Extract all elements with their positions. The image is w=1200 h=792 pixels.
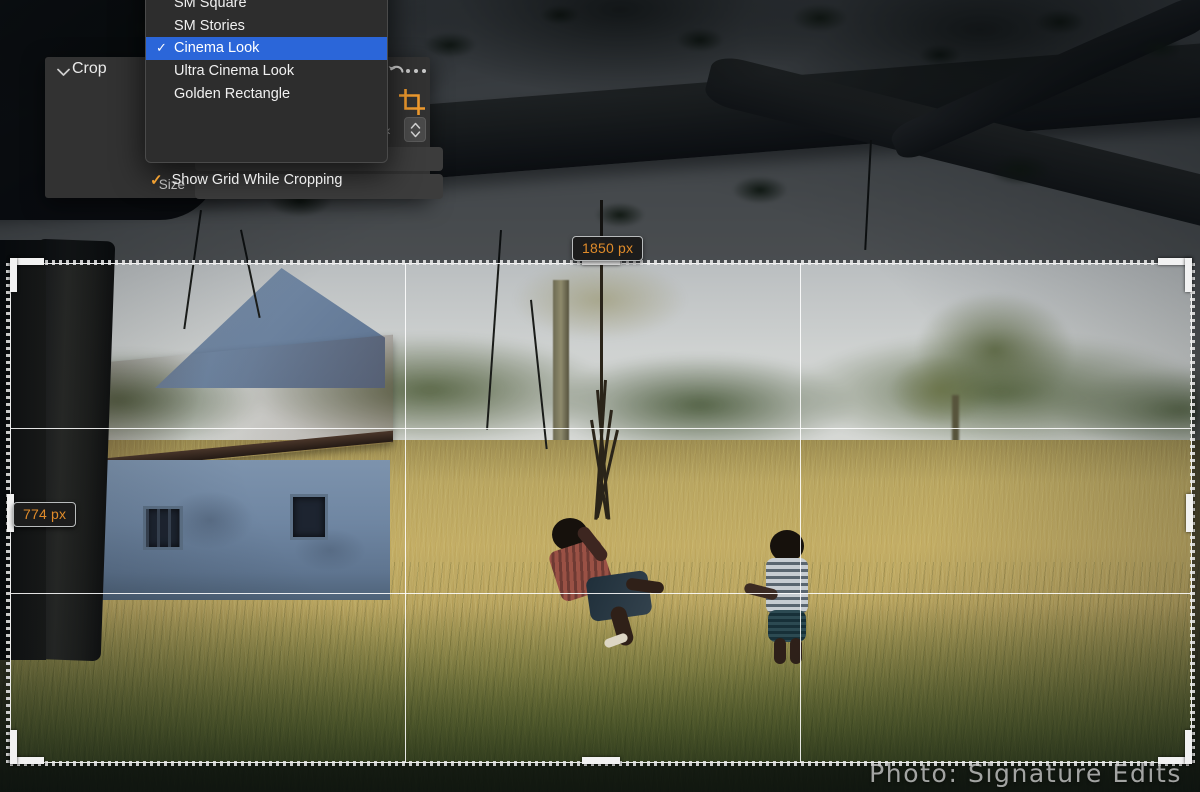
menu-item-label: Ultra Cinema Look [174,63,294,79]
house-wall-texture [90,460,390,600]
show-grid-while-cropping-checkbox[interactable]: ✓ Show Grid While Cropping [150,170,342,190]
dot [406,69,410,73]
undo-arrow-icon[interactable] [387,63,405,81]
three-dots-icon[interactable] [406,64,432,78]
menu-item-label: Cinema Look [174,40,259,56]
child-shorts [768,610,806,642]
house-window-left [143,506,183,550]
child-shirt [766,558,808,614]
crop-tool-icon[interactable] [399,89,425,115]
child-standing [740,530,840,660]
menu-item-label: SM Stories [174,18,245,34]
menu-item-sm-square[interactable]: SM Square [146,0,387,15]
child-on-swing [540,518,670,648]
dot [422,69,426,73]
menu-item-label: SM Square [174,0,247,11]
crop-handle-bottom-left[interactable] [10,730,17,764]
child-leg [774,638,786,664]
editor-canvas: 1850 px 774 px Crop Ratio Size ‹ [0,0,1200,792]
menu-item-golden-rectangle[interactable]: Golden Rectangle [146,83,387,106]
window-bars [146,509,180,547]
crop-handle-bottom-center[interactable] [582,757,620,764]
chevron-down-icon[interactable] [55,64,71,80]
house-window-right [290,494,328,540]
crop-handle-top-right[interactable] [1185,258,1192,292]
photo-credit-watermark: Photo: Signature Edits [869,759,1182,788]
checkmark-icon: ✓ [156,37,167,60]
panel-title: Crop [72,60,107,78]
menu-item-label: Golden Rectangle [174,86,290,102]
crop-handle-top-left[interactable] [10,258,17,292]
crop-handle-right-middle[interactable] [1186,494,1193,532]
show-grid-label: Show Grid While Cropping [172,172,343,188]
child-sandal [603,632,629,649]
up-down-stepper-icon[interactable] [404,117,426,142]
menu-item-cinema-look[interactable]: ✓ Cinema Look [146,37,387,60]
menu-item-sm-stories[interactable]: SM Stories [146,15,387,38]
menu-item-ultra-cinema-look[interactable]: Ultra Cinema Look [146,60,387,83]
child-leg [790,638,802,664]
crop-width-badge: 1850 px [572,236,643,261]
crop-handle-bottom-right[interactable] [1185,730,1192,764]
dot [414,69,418,73]
crop-height-badge: 774 px [13,502,76,527]
ratio-dropdown-menu[interactable]: SM Landscape SM Portrait SM Square SM St… [145,0,388,163]
orange-checkmark-icon: ✓ [150,171,163,189]
